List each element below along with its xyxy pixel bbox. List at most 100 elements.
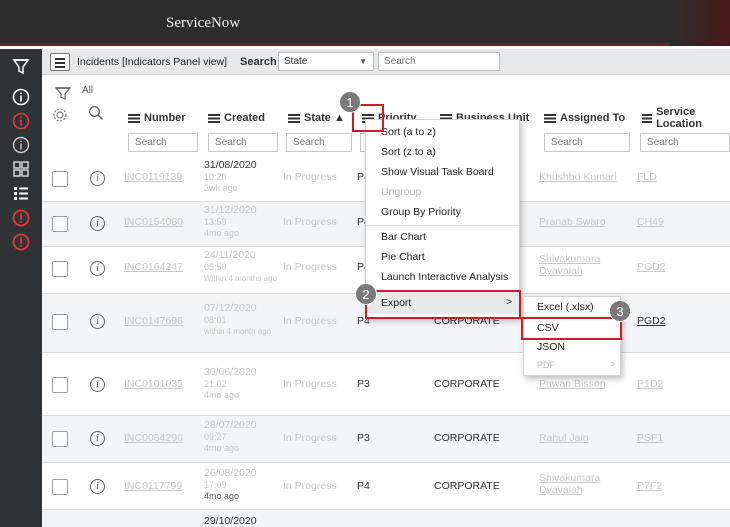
column-menu-icon[interactable] bbox=[288, 113, 300, 123]
state-value: In Progress bbox=[283, 480, 337, 492]
location-link[interactable]: PGD2 bbox=[637, 261, 666, 273]
location-link[interactable]: FLD bbox=[637, 171, 657, 183]
info-icon[interactable]: i bbox=[90, 314, 105, 329]
info-icon[interactable]: i bbox=[90, 261, 105, 276]
created-time: 21:02 bbox=[204, 379, 227, 389]
menu-item-pie-chart[interactable]: Pie Chart bbox=[381, 251, 425, 263]
table-row[interactable]: i INC0117799 26/08/2020 17:09 4mo ago In… bbox=[42, 463, 730, 509]
state-value: In Progress bbox=[283, 216, 337, 228]
created-date: 31/12/2020 bbox=[204, 204, 257, 216]
business-unit-value: CORPORATE bbox=[434, 378, 500, 390]
column-search-state[interactable]: Search bbox=[286, 133, 352, 152]
grid-nav-icon[interactable] bbox=[11, 159, 31, 179]
info-icon[interactable]: i bbox=[90, 479, 105, 494]
column-search-service-location[interactable]: Search bbox=[640, 133, 730, 152]
list-nav-icon[interactable] bbox=[11, 183, 31, 203]
row-checkbox[interactable] bbox=[52, 314, 68, 330]
location-link[interactable]: PSF1 bbox=[637, 432, 663, 444]
menu-item-sort-desc[interactable]: Sort (z to a) bbox=[381, 146, 436, 158]
table-row[interactable]: i INC0084290 28/07/2020 09:27 4mo ago In… bbox=[42, 416, 730, 462]
priority-value: P4 bbox=[357, 480, 370, 492]
export-json[interactable]: JSON bbox=[537, 341, 565, 353]
menu-item-visual-task-board[interactable]: Show Visual Task Board bbox=[381, 166, 494, 178]
alert-info-nav-icon[interactable] bbox=[11, 111, 31, 131]
column-menu-icon[interactable] bbox=[128, 113, 140, 123]
incident-number[interactable]: INC0154080 bbox=[124, 216, 183, 228]
menu-item-interactive-analysis[interactable]: Launch Interactive Analysis bbox=[381, 271, 508, 283]
row-checkbox[interactable] bbox=[52, 261, 68, 277]
gear-icon[interactable] bbox=[52, 107, 68, 126]
column-header-assigned-to[interactable]: Assigned To bbox=[544, 110, 625, 126]
column-header-number[interactable]: Number bbox=[128, 110, 186, 126]
assigned-to-link[interactable]: Shivakumara Dyavaiah bbox=[539, 472, 609, 496]
warning-nav-icon[interactable] bbox=[11, 208, 31, 228]
assigned-to-link[interactable]: Pranab Swaro bbox=[539, 216, 606, 228]
column-menu-icon[interactable] bbox=[208, 113, 220, 123]
column-search-created[interactable]: Search bbox=[208, 133, 278, 152]
state-value: In Progress bbox=[283, 261, 337, 273]
search-field-select[interactable]: State ▼ bbox=[278, 52, 374, 71]
left-nav bbox=[0, 49, 42, 527]
created-time: 09:27 bbox=[204, 432, 227, 442]
info-icon[interactable]: i bbox=[90, 431, 105, 446]
breadcrumb-all[interactable]: All bbox=[82, 85, 93, 96]
location-link[interactable]: P7F2 bbox=[637, 480, 662, 492]
location-link[interactable]: CH49 bbox=[637, 216, 664, 228]
highlight-csv bbox=[521, 317, 622, 340]
export-pdf[interactable]: PDF bbox=[537, 360, 555, 370]
table-row[interactable]: i INC0101035 30/06/2020 21:02 4mo ago In… bbox=[42, 353, 730, 415]
info-icon[interactable]: i bbox=[90, 171, 105, 186]
highlight-export bbox=[365, 290, 521, 319]
filter-nav-icon[interactable] bbox=[11, 57, 31, 77]
info-icon[interactable]: i bbox=[90, 216, 105, 231]
column-header-created[interactable]: Created bbox=[208, 110, 265, 126]
info-icon[interactable]: i bbox=[90, 377, 105, 392]
created-date: 30/06/2020 bbox=[204, 366, 257, 378]
export-excel[interactable]: Excel (.xlsx) bbox=[537, 301, 594, 313]
brand-logo-text[interactable]: ServiceNow bbox=[166, 15, 240, 32]
created-time: 13:59 bbox=[204, 217, 227, 227]
menu-item-sort-asc[interactable]: Sort (a to z) bbox=[381, 126, 436, 138]
incident-number[interactable]: INC0119139 bbox=[124, 171, 182, 183]
row-checkbox[interactable] bbox=[52, 171, 68, 187]
business-unit-value: CORPORATE bbox=[434, 432, 500, 444]
row-checkbox[interactable] bbox=[52, 377, 68, 393]
assigned-to-link[interactable]: Shivakumara Dyavaiah bbox=[539, 253, 609, 277]
created-date: 07/12/2020 bbox=[204, 302, 257, 314]
info-outline-nav-icon[interactable] bbox=[11, 135, 31, 155]
menu-item-group-by[interactable]: Group By Priority bbox=[381, 206, 461, 218]
column-header-service-location[interactable]: Service Location bbox=[642, 106, 730, 130]
created-ago: 4mo ago bbox=[204, 390, 240, 400]
column-search-number[interactable]: Search bbox=[128, 133, 198, 152]
info-nav-icon[interactable] bbox=[11, 87, 31, 107]
warning-nav-icon-2[interactable] bbox=[11, 232, 31, 252]
column-menu-icon[interactable] bbox=[642, 113, 653, 123]
search-icon[interactable] bbox=[88, 105, 104, 124]
assigned-to-link[interactable]: Rahul Jain bbox=[539, 432, 589, 444]
column-header-state[interactable]: State ▲ bbox=[288, 110, 345, 126]
created-time: 17:09 bbox=[204, 480, 227, 490]
row-checkbox[interactable] bbox=[52, 479, 68, 495]
incident-number[interactable]: INC0084290 bbox=[124, 432, 183, 444]
assigned-to-link[interactable]: Khushbu Kumari bbox=[539, 171, 617, 183]
incident-number[interactable]: INC0164247 bbox=[124, 261, 183, 273]
created-date: 24/11/2020 bbox=[204, 249, 256, 261]
menu-item-bar-chart[interactable]: Bar Chart bbox=[381, 231, 426, 243]
incident-number[interactable]: INC0117799 bbox=[124, 480, 182, 492]
incident-number[interactable]: INC0147696 bbox=[124, 315, 183, 327]
row-checkbox[interactable] bbox=[52, 216, 68, 232]
column-search-assigned-to[interactable]: Search bbox=[544, 133, 630, 152]
row-checkbox[interactable] bbox=[52, 431, 68, 447]
banner-accent bbox=[670, 0, 730, 46]
column-menu-icon[interactable] bbox=[544, 113, 556, 123]
menu-item-ungroup: Ungroup bbox=[381, 186, 422, 198]
table-row[interactable]: 29/10/2020 bbox=[42, 510, 730, 527]
location-link[interactable]: P1D2 bbox=[637, 378, 663, 390]
filter-icon[interactable] bbox=[54, 87, 72, 104]
location-link[interactable]: PGD2 bbox=[637, 315, 666, 327]
list-menu-button[interactable] bbox=[50, 53, 70, 71]
assigned-to-link[interactable]: Pawan Bisson bbox=[539, 378, 606, 390]
incident-number[interactable]: INC0101035 bbox=[124, 378, 183, 390]
list-search-input[interactable]: Search bbox=[378, 52, 500, 71]
step-badge-3: 3 bbox=[609, 300, 631, 322]
